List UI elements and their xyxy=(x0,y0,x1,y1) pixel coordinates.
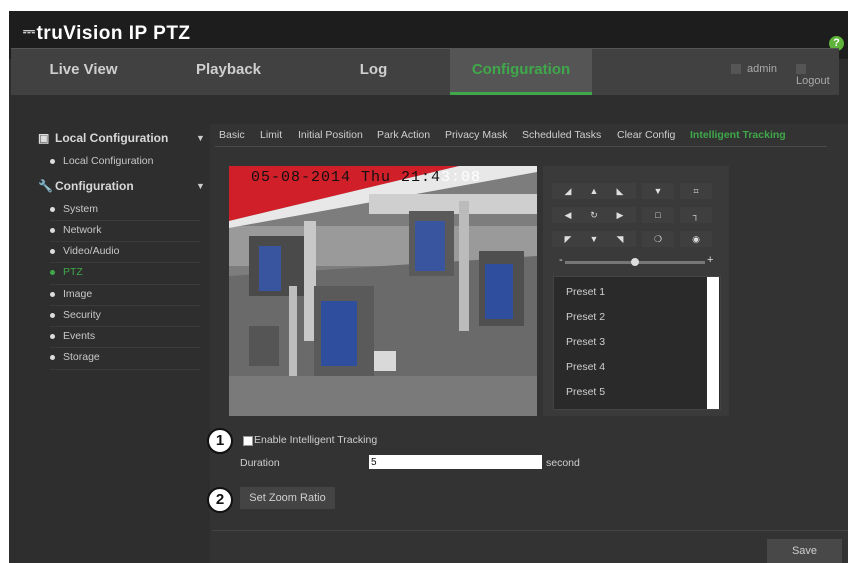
speed-minus-label: - xyxy=(559,254,563,266)
sidebar-section-configuration[interactable]: 🔧 Configuration ▼ xyxy=(38,179,218,193)
preset-item-2[interactable]: Preset 2 xyxy=(566,311,605,323)
ptz-focus-near-icon[interactable]: □ xyxy=(642,207,674,223)
logout-link[interactable]: Logout xyxy=(796,63,839,87)
preset-item-4[interactable]: Preset 4 xyxy=(566,361,605,373)
speed-plus-label: + xyxy=(707,254,714,266)
duration-unit-label: second xyxy=(546,457,580,469)
preset-item-5[interactable]: Preset 5 xyxy=(566,386,605,398)
preset-list: Preset 1 Preset 2 Preset 3 Preset 4 Pres… xyxy=(553,276,721,410)
monitor-gear-icon: ▣ xyxy=(38,131,50,145)
video-timestamp: 05-08-2014 Thu 21:43:08 xyxy=(251,169,482,186)
sidebar-item-local-configuration[interactable]: Local Configuration xyxy=(50,151,200,172)
sidebar-item-events[interactable]: Events xyxy=(50,326,200,347)
bullet-icon xyxy=(50,291,55,297)
ptz-down-right-button[interactable]: ◥ xyxy=(604,231,636,247)
sidebar-item-security[interactable]: Security xyxy=(50,305,200,326)
nav-live-view[interactable]: Live View xyxy=(11,49,156,95)
main-nav: Live View Playback Log Configuration adm… xyxy=(11,48,839,95)
tab-privacy-mask[interactable]: Privacy Mask xyxy=(445,129,507,141)
preset-list-scrollbar[interactable] xyxy=(707,277,719,409)
ptz-up-right-button[interactable]: ◣ xyxy=(604,183,636,199)
nav-playback[interactable]: Playback xyxy=(156,49,301,95)
brand-mark-icon: ⎓ xyxy=(23,23,36,40)
set-zoom-ratio-button[interactable]: Set Zoom Ratio xyxy=(240,487,335,509)
bullet-icon xyxy=(50,158,55,164)
wrench-icon: 🔧 xyxy=(38,179,53,193)
preset-item-1[interactable]: Preset 1 xyxy=(566,286,605,298)
duration-input[interactable] xyxy=(369,455,542,469)
nav-configuration[interactable]: Configuration xyxy=(450,49,592,95)
tab-clear-config[interactable]: Clear Config xyxy=(617,129,675,141)
save-divider xyxy=(212,530,848,531)
tab-scheduled-tasks[interactable]: Scheduled Tasks xyxy=(522,129,601,141)
ptz-zoom-out-icon[interactable]: ⌗ xyxy=(680,183,712,199)
nav-log[interactable]: Log xyxy=(301,49,446,95)
tab-limit[interactable]: Limit xyxy=(260,129,282,141)
ptz-iris-open-icon[interactable]: ❍ xyxy=(642,231,674,247)
tab-initial-position[interactable]: Initial Position xyxy=(298,129,363,141)
user-menu[interactable]: admin xyxy=(731,63,777,75)
ptz-right-button[interactable]: ▶ xyxy=(604,207,636,223)
duration-label: Duration xyxy=(240,457,280,469)
video-preview[interactable]: 05-08-2014 Thu 21:43:08 xyxy=(229,166,537,416)
sidebar-item-storage[interactable]: Storage xyxy=(50,347,200,368)
video-frame-image xyxy=(229,166,537,416)
callout-marker-1: 1 xyxy=(207,428,233,454)
brand-logo: ⎓truVision IP PTZ xyxy=(23,23,191,44)
tab-bar: Basic Limit Initial Position Park Action… xyxy=(210,124,830,148)
tab-intelligent-tracking[interactable]: Intelligent Tracking xyxy=(690,129,786,141)
sidebar-item-network[interactable]: Network xyxy=(50,220,200,241)
bullet-icon xyxy=(50,206,55,212)
bullet-icon xyxy=(50,312,55,318)
tab-park-action[interactable]: Park Action xyxy=(377,129,430,141)
bullet-icon xyxy=(50,354,55,360)
sidebar-item-video-audio[interactable]: Video/Audio xyxy=(50,241,200,262)
preset-item-3[interactable]: Preset 3 xyxy=(566,336,605,348)
tab-basic[interactable]: Basic xyxy=(219,129,245,141)
ptz-speed-slider-handle[interactable] xyxy=(631,258,639,266)
user-icon xyxy=(731,64,741,75)
divider xyxy=(50,369,200,370)
sidebar-item-ptz[interactable]: PTZ xyxy=(50,262,200,283)
ptz-zoom-in-icon[interactable]: ▼ xyxy=(642,183,674,199)
chevron-down-icon: ▼ xyxy=(196,133,205,143)
sidebar-item-image[interactable]: Image xyxy=(50,284,200,305)
enable-intelligent-tracking-checkbox[interactable] xyxy=(243,436,253,446)
save-button[interactable]: Save xyxy=(767,539,842,563)
enable-intelligent-tracking-label: Enable Intelligent Tracking xyxy=(254,434,378,446)
logout-icon xyxy=(796,64,806,75)
bullet-icon xyxy=(50,227,55,233)
callout-marker-2: 2 xyxy=(207,487,233,513)
ptz-iris-close-icon[interactable]: ◉ xyxy=(680,231,712,247)
bullet-icon xyxy=(50,248,55,254)
chevron-down-icon: ▼ xyxy=(196,181,205,191)
ptz-focus-far-icon[interactable]: ┐ xyxy=(680,207,712,223)
sidebar-section-local-configuration[interactable]: ▣ Local Configuration ▼ xyxy=(38,131,218,145)
bullet-icon xyxy=(50,333,55,339)
sidebar-item-system[interactable]: System xyxy=(50,199,200,220)
bullet-icon xyxy=(50,269,55,275)
tab-divider xyxy=(215,146,827,147)
